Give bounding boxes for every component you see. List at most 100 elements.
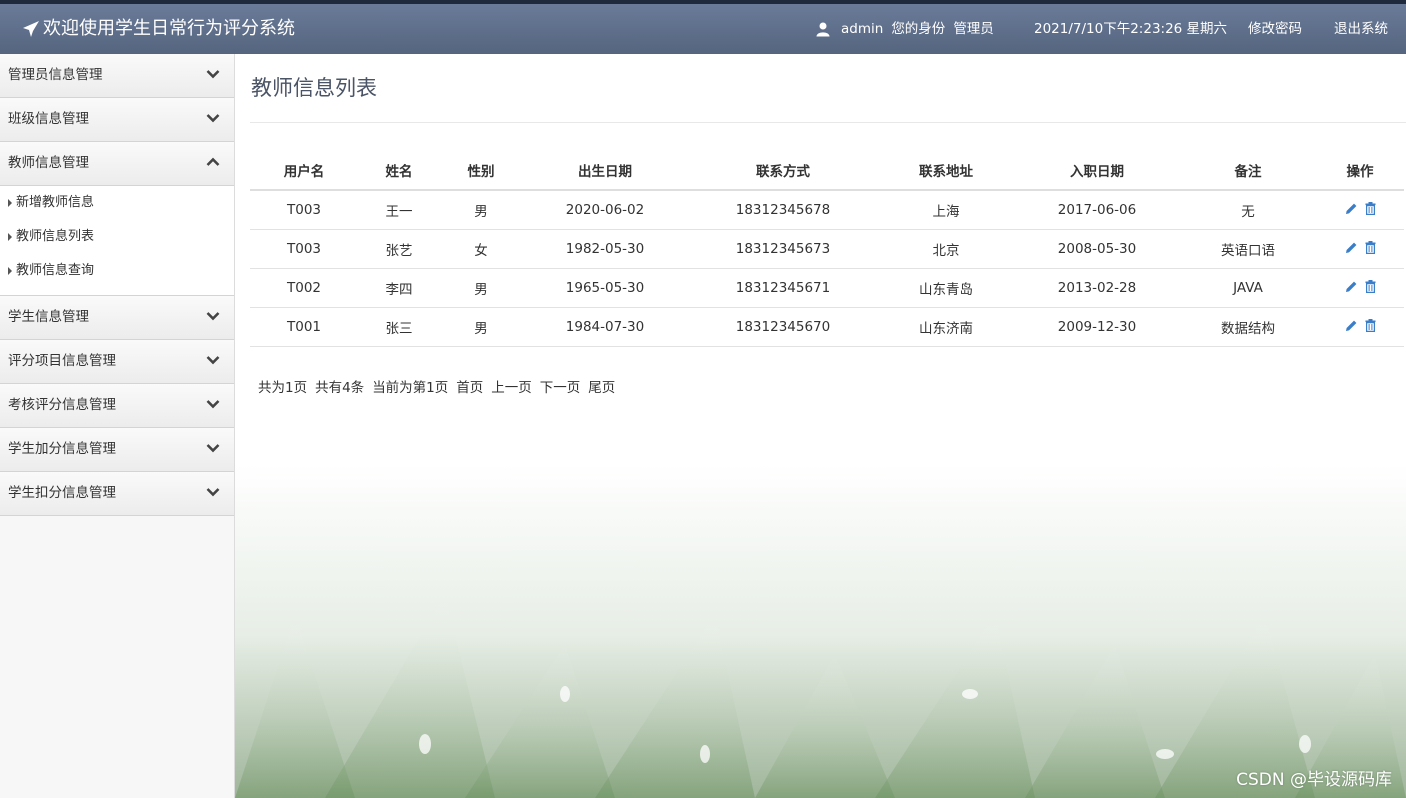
cell-name: 张三 (358, 307, 440, 347)
sidebar: 管理员信息管理 班级信息管理 教师信息管理 新增教师信息 教师信息列表 教师信息… (0, 54, 235, 798)
menu-label: 学生扣分信息管理 (8, 485, 116, 501)
menu-label: 考核评分信息管理 (8, 397, 116, 413)
cell-address: 上海 (878, 190, 1014, 230)
cell-actions (1316, 229, 1404, 269)
cell-address: 北京 (878, 229, 1014, 269)
menu-student-info[interactable]: 学生信息管理 (0, 296, 234, 340)
cell-remark: 无 (1180, 190, 1316, 230)
cell-remark: 数据结构 (1180, 307, 1316, 347)
cell-birth-date: 1984-07-30 (522, 307, 688, 347)
teacher-table: 用户名 姓名 性别 出生日期 联系方式 联系地址 入职日期 备注 操作 T003… (250, 150, 1404, 347)
cell-phone: 18312345670 (688, 307, 878, 347)
pencil-icon[interactable] (1345, 202, 1358, 215)
submenu-label: 教师信息列表 (16, 229, 95, 244)
menu-label: 教师信息管理 (8, 155, 89, 171)
submenu-item-teacher-list[interactable]: 教师信息列表 (0, 225, 234, 259)
cell-address: 山东济南 (878, 307, 1014, 347)
pager-prev-link[interactable]: 上一页 (491, 376, 532, 396)
menu-admin-info[interactable]: 管理员信息管理 (0, 54, 234, 98)
cell-username: T001 (250, 307, 358, 347)
column-header: 入职日期 (1014, 150, 1180, 191)
column-header: 操作 (1316, 150, 1404, 191)
column-header: 联系方式 (688, 150, 878, 191)
caret-right-icon (8, 233, 12, 241)
cell-birth-date: 2020-06-02 (522, 190, 688, 230)
menu-label: 学生信息管理 (8, 309, 89, 325)
teacher-submenu: 新增教师信息 教师信息列表 教师信息查询 (0, 186, 234, 296)
menu-label: 学生加分信息管理 (8, 441, 116, 457)
menu-student-bonus[interactable]: 学生加分信息管理 (0, 428, 234, 472)
submenu-item-add-teacher[interactable]: 新增教师信息 (0, 191, 234, 225)
cell-actions (1316, 268, 1404, 308)
column-header: 姓名 (358, 150, 440, 191)
submenu-item-teacher-query[interactable]: 教师信息查询 (0, 259, 234, 293)
identity-label: 您的身份 (891, 21, 946, 37)
cell-actions (1316, 307, 1404, 347)
chevron-down-icon (206, 356, 220, 365)
username: admin (841, 21, 884, 37)
chevron-down-icon (206, 488, 220, 497)
cell-hire-date: 2009-12-30 (1014, 307, 1180, 347)
menu-assessment-scores[interactable]: 考核评分信息管理 (0, 384, 234, 428)
menu-student-deduction[interactable]: 学生扣分信息管理 (0, 472, 234, 516)
cell-name: 李四 (358, 268, 440, 308)
cell-birth-date: 1965-05-30 (522, 268, 688, 308)
pager-first-link[interactable]: 首页 (456, 376, 483, 396)
trash-icon[interactable] (1365, 318, 1376, 332)
chevron-up-icon (206, 157, 220, 166)
watermark: CSDN @毕设源码库 (1236, 770, 1392, 790)
chevron-down-icon (206, 400, 220, 409)
trash-icon[interactable] (1365, 201, 1376, 215)
datetime: 2021/7/10下午2:23:26 星期六 (1034, 21, 1228, 37)
trash-icon[interactable] (1365, 240, 1376, 254)
column-header: 用户名 (250, 150, 358, 191)
submenu-label: 教师信息查询 (16, 263, 95, 278)
pager-total-items: 共有4条 (315, 380, 365, 396)
app-brand: 欢迎使用学生日常行为评分系统 (22, 4, 295, 54)
pager-total-pages: 共为1页 (258, 380, 308, 396)
pager-last-link[interactable]: 尾页 (588, 376, 615, 396)
cell-birth-date: 1982-05-30 (522, 229, 688, 269)
column-header: 性别 (440, 150, 522, 191)
change-password-link[interactable]: 修改密码 (1248, 4, 1302, 54)
cell-gender: 男 (440, 190, 522, 230)
cell-gender: 男 (440, 268, 522, 308)
pencil-icon[interactable] (1345, 319, 1358, 332)
user-icon (816, 22, 830, 37)
chevron-down-icon (206, 444, 220, 453)
pagination: 共为1页 共有4条 当前为第1页 首页 上一页 下一页 尾页 (258, 376, 615, 396)
table-row: T003 张艺 女 1982-05-30 18312345673 北京 2008… (250, 229, 1404, 269)
cell-hire-date: 2008-05-30 (1014, 229, 1180, 269)
cell-username: T002 (250, 268, 358, 308)
paper-plane-icon (23, 21, 39, 37)
cell-phone: 18312345671 (688, 268, 878, 308)
cell-phone: 18312345678 (688, 190, 878, 230)
table-row: T002 李四 男 1965-05-30 18312345671 山东青岛 20… (250, 268, 1404, 308)
pager-next-link[interactable]: 下一页 (540, 376, 581, 396)
menu-label: 评分项目信息管理 (8, 353, 116, 369)
pencil-icon[interactable] (1345, 241, 1358, 254)
logout-link[interactable]: 退出系统 (1334, 4, 1388, 54)
pencil-icon[interactable] (1345, 280, 1358, 293)
cell-actions (1316, 190, 1404, 230)
main-content: 教师信息列表 用户名 姓名 性别 出生日期 联系方式 联系地址 入职日期 备注 … (235, 54, 1406, 798)
menu-label: 管理员信息管理 (8, 67, 103, 83)
caret-right-icon (8, 199, 12, 207)
cell-gender: 男 (440, 307, 522, 347)
cell-hire-date: 2013-02-28 (1014, 268, 1180, 308)
menu-teacher-info[interactable]: 教师信息管理 (0, 142, 234, 186)
app-title: 欢迎使用学生日常行为评分系统 (43, 18, 295, 39)
column-header: 备注 (1180, 150, 1316, 191)
user-info: admin 您的身份 管理员 (815, 4, 994, 54)
chevron-down-icon (206, 114, 220, 123)
cell-hire-date: 2017-06-06 (1014, 190, 1180, 230)
menu-class-info[interactable]: 班级信息管理 (0, 98, 234, 142)
trash-icon[interactable] (1365, 279, 1376, 293)
table-row: T001 张三 男 1984-07-30 18312345670 山东济南 20… (250, 307, 1404, 347)
chevron-down-icon (206, 70, 220, 79)
cell-remark: JAVA (1180, 268, 1316, 308)
menu-scoring-items[interactable]: 评分项目信息管理 (0, 340, 234, 384)
identity-value: 管理员 (953, 21, 994, 37)
table-row: T003 王一 男 2020-06-02 18312345678 上海 2017… (250, 190, 1404, 230)
cell-gender: 女 (440, 229, 522, 269)
